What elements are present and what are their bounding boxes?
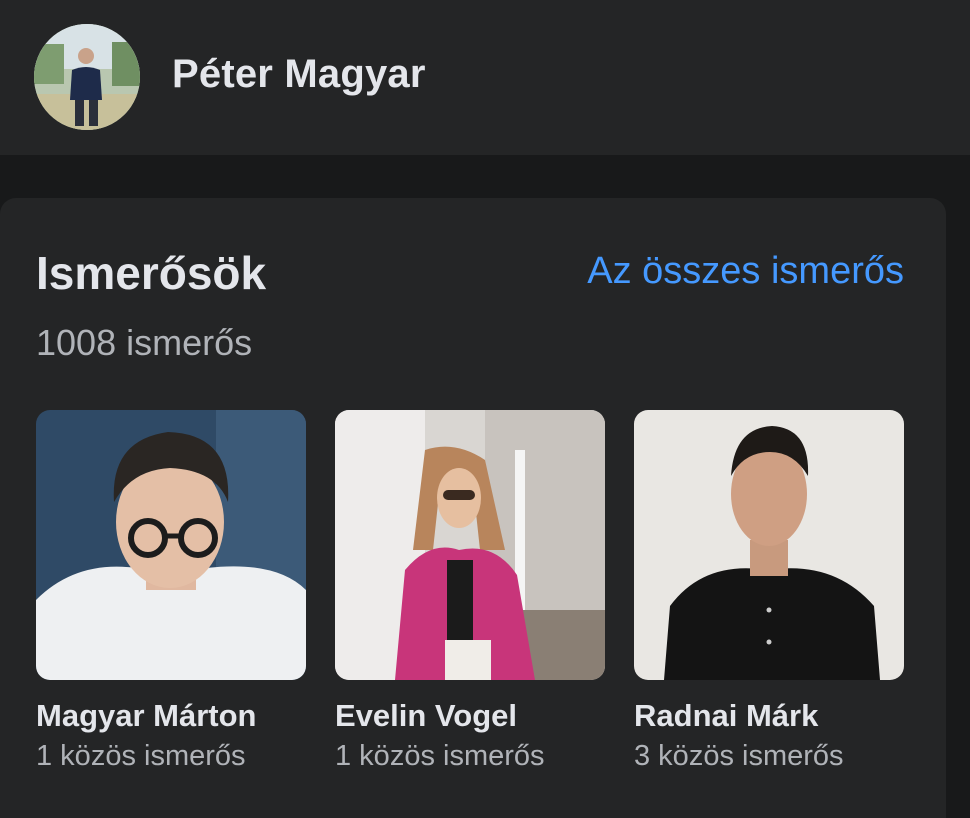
friends-title[interactable]: Ismerősök [36,246,266,300]
friend-item[interactable]: Magyar Márton 1 közös ismerős [36,410,306,773]
friend-mutual-count: 1 közös ismerős [36,740,246,772]
profile-name[interactable]: Péter Magyar [172,52,426,97]
friend-mutual-count: 3 közös ismerős [634,740,844,772]
friend-count: 1008 ismerős [36,322,253,363]
friend-name[interactable]: Radnai Márk [634,698,904,734]
profile-header: Péter Magyar [0,0,970,155]
friend-photo[interactable] [36,410,306,680]
friend-photo-image [335,410,605,680]
friends-card: Ismerősök Az összes ismerős 1008 ismerős… [0,198,946,818]
friend-photo-image [36,410,306,680]
friend-item[interactable]: Radnai Márk 3 közös ismerős [634,410,904,773]
avatar-photo [34,24,140,130]
friend-item[interactable]: Evelin Vogel 1 közös ismerős [335,410,605,773]
see-all-friends-link[interactable]: Az összes ismerős [587,250,904,293]
friend-photo[interactable] [335,410,605,680]
friend-name[interactable]: Evelin Vogel [335,698,605,734]
profile-avatar[interactable] [34,24,140,130]
friend-name[interactable]: Magyar Márton [36,698,306,734]
friend-photo-image [634,410,904,680]
friend-photo[interactable] [634,410,904,680]
friend-mutual-count: 1 közös ismerős [335,740,545,772]
